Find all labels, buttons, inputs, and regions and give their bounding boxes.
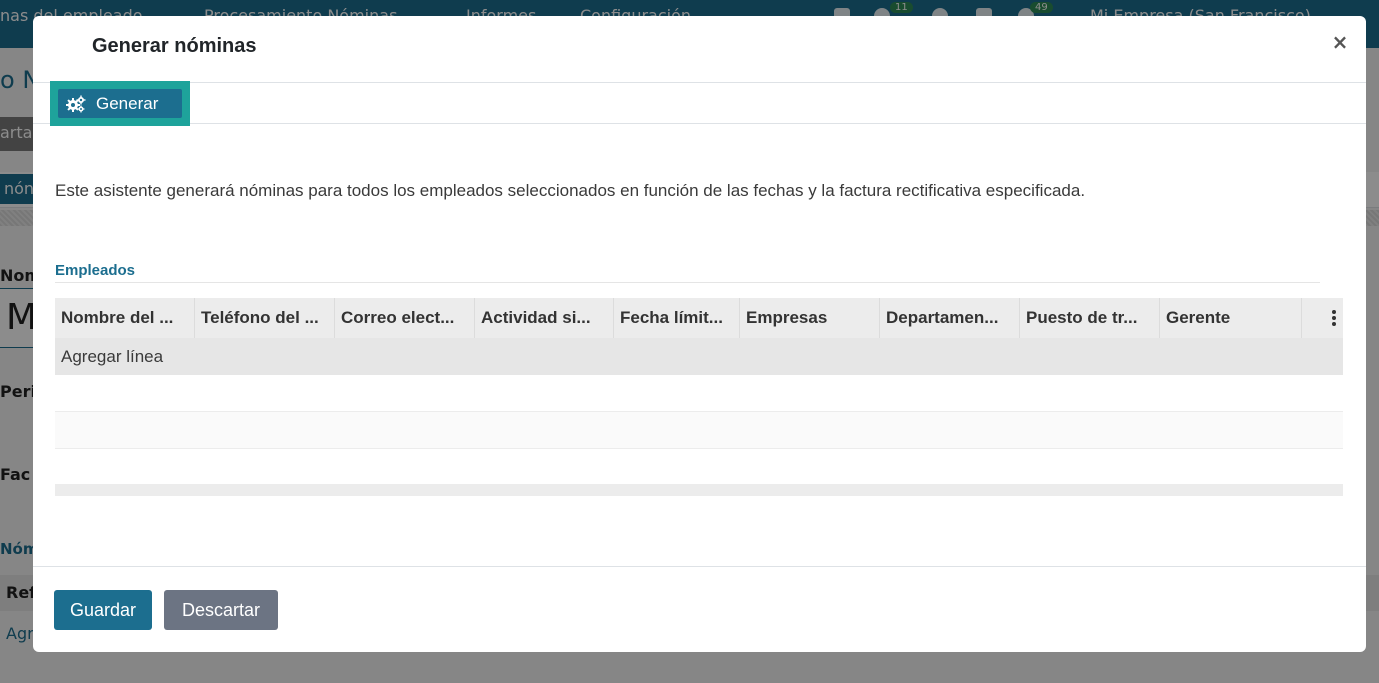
column-header-activity[interactable]: Actividad si... — [475, 298, 614, 338]
kebab-menu-icon — [1332, 310, 1336, 326]
modal-title: Generar nóminas — [92, 35, 257, 57]
generate-button-label: Generar — [96, 93, 159, 113]
column-header-deadline[interactable]: Fecha límit... — [614, 298, 740, 338]
employees-table: Nombre del ... Teléfono del ... Correo e… — [55, 298, 1343, 496]
section-divider — [55, 282, 1320, 283]
add-line-link[interactable]: Agregar línea — [55, 338, 1343, 375]
generate-button[interactable]: Generar — [58, 89, 182, 118]
modal-header: Generar nóminas × — [33, 16, 1366, 83]
modal-footer: Guardar Descartar — [33, 566, 1366, 652]
table-header-row: Nombre del ... Teléfono del ... Correo e… — [55, 298, 1343, 338]
table-row — [55, 375, 1343, 412]
wizard-description: Este asistente generará nóminas para tod… — [55, 181, 1086, 200]
column-header-job-position[interactable]: Puesto de tr... — [1020, 298, 1160, 338]
close-icon[interactable]: × — [1328, 30, 1352, 54]
column-header-companies[interactable]: Empresas — [740, 298, 880, 338]
employees-section-title: Empleados — [55, 262, 136, 279]
column-header-name[interactable]: Nombre del ... — [55, 298, 195, 338]
optional-columns-toggle[interactable] — [1301, 298, 1343, 338]
column-header-department[interactable]: Departamen... — [880, 298, 1020, 338]
generate-payslips-dialog: Generar nóminas × Generar Este asistente… — [33, 16, 1366, 652]
table-footer — [55, 484, 1343, 496]
column-header-manager[interactable]: Gerente — [1160, 298, 1301, 338]
table-row — [55, 412, 1343, 449]
column-header-email[interactable]: Correo elect... — [335, 298, 475, 338]
discard-button[interactable]: Descartar — [164, 590, 278, 630]
column-header-phone[interactable]: Teléfono del ... — [195, 298, 335, 338]
gears-icon — [66, 95, 86, 112]
save-button[interactable]: Guardar — [54, 590, 152, 630]
modal-toolbar: Generar — [33, 81, 1366, 126]
